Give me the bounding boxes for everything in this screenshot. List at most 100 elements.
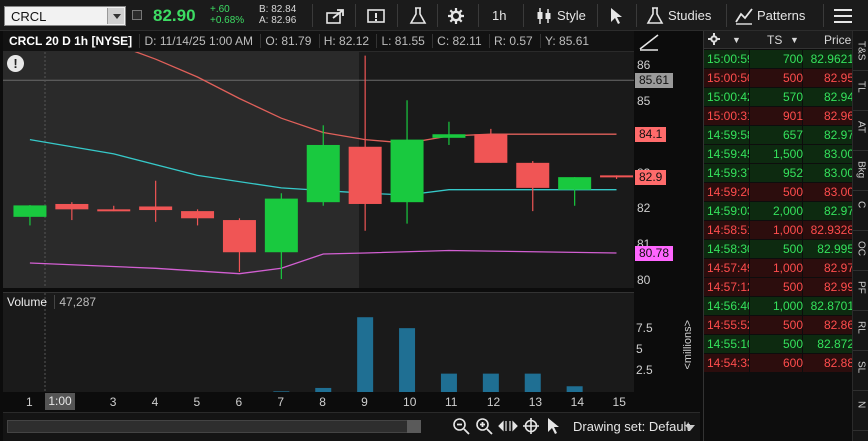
column-menu-icon[interactable]: ▼ xyxy=(790,35,799,45)
cursor-button[interactable] xyxy=(608,4,626,27)
symbol-selector[interactable]: CRCL xyxy=(4,6,126,26)
candle xyxy=(264,193,298,280)
menu-icon xyxy=(834,8,852,23)
trade-time: 15:00:59 xyxy=(707,52,749,66)
studies-button[interactable]: Studies xyxy=(646,4,711,27)
side-tab[interactable]: Bkg xyxy=(853,157,868,191)
time-tick: 5 xyxy=(193,395,201,409)
settings-button[interactable] xyxy=(447,4,465,27)
trade-time: 14:54:33 xyxy=(707,356,749,370)
side-tab-label: T&S xyxy=(855,41,867,61)
trade-time: 14:59:45 xyxy=(707,147,749,161)
time-tick: 15 xyxy=(612,395,626,409)
symbol-text[interactable]: CRCL xyxy=(11,9,46,24)
time-tick: 10 xyxy=(403,395,417,409)
ask-price: A: 82.96 xyxy=(259,15,297,26)
ts-column-header[interactable]: TS xyxy=(767,33,782,47)
drawing-set-selector[interactable]: Drawing set: Default xyxy=(573,419,690,434)
trade-row[interactable]: 14:58:30 500 82.995 xyxy=(704,240,855,259)
trade-row[interactable]: 15:00:42 570 82.94 xyxy=(704,88,855,107)
scrollbar-thumb[interactable] xyxy=(407,420,421,433)
trade-row[interactable]: 15:00:31 901 82.96 xyxy=(704,107,855,126)
pointer-icon[interactable] xyxy=(545,417,561,438)
patterns-label: Patterns xyxy=(757,8,806,23)
trade-row[interactable]: 14:55:52 500 82.86 xyxy=(704,316,855,335)
alert-marker-icon[interactable]: ! xyxy=(7,55,24,72)
volume-tick: 5 xyxy=(636,341,643,356)
candle xyxy=(181,209,215,226)
trade-time: 15:00:42 xyxy=(707,90,749,104)
trade-row[interactable]: 14:58:51 1,000 82.9328 xyxy=(704,221,855,240)
trade-time: 14:55:10 xyxy=(707,337,749,351)
zoom-in-icon[interactable] xyxy=(475,417,493,438)
trade-row[interactable]: 14:54:33 600 82.88 xyxy=(704,354,855,373)
zoom-out-icon[interactable] xyxy=(452,417,470,438)
chart-header: CRCL 20 D 1h [NYSE] D: 11/14/25 1:00 AM … xyxy=(3,31,634,52)
time-tick: 7 xyxy=(277,395,285,409)
price-pane[interactable]: ! xyxy=(3,52,634,288)
flask-button[interactable] xyxy=(409,4,427,27)
pan-icon[interactable] xyxy=(498,417,518,438)
trade-row[interactable]: 14:57:49 1,000 82.97 xyxy=(704,259,855,278)
side-tab[interactable]: SL xyxy=(853,357,868,391)
gear-icon xyxy=(448,7,464,24)
candle xyxy=(390,100,424,224)
candle-body xyxy=(474,134,508,163)
trade-row[interactable]: 14:55:10 500 82.872 xyxy=(704,335,855,354)
volume-value: 47,287 xyxy=(54,295,101,309)
chevron-down-icon[interactable] xyxy=(685,425,695,431)
bid-price: B: 82.84 xyxy=(259,4,297,15)
horizontal-scrollbar[interactable] xyxy=(7,420,421,433)
candle xyxy=(55,202,89,221)
side-tab[interactable]: OC xyxy=(853,237,868,271)
trade-row[interactable]: 14:59:45 1,500 83.00 xyxy=(704,145,855,164)
interval-button[interactable]: 1h xyxy=(492,4,506,27)
side-tab[interactable]: PF xyxy=(853,277,868,311)
trade-row[interactable]: 14:59:03 2,000 82.97 xyxy=(704,202,855,221)
drawing-tool-icon[interactable] xyxy=(638,33,660,54)
trade-row[interactable]: 14:59:37 952 83.00 xyxy=(704,164,855,183)
alert-button[interactable] xyxy=(367,4,387,27)
trade-row[interactable]: 14:56:40 1,000 82.8701 xyxy=(704,297,855,316)
crosshair-icon[interactable] xyxy=(522,417,540,438)
time-tick: 13 xyxy=(528,395,543,409)
menu-button[interactable] xyxy=(832,4,854,27)
trade-size: 500 xyxy=(782,318,803,332)
side-tab[interactable]: TL xyxy=(853,77,868,111)
price-tick: 86 xyxy=(637,58,651,73)
volume-label: Volume xyxy=(7,295,48,309)
side-tab[interactable]: RL xyxy=(853,317,868,351)
side-tab[interactable]: AT xyxy=(853,117,868,151)
interval-label: 1h xyxy=(492,8,507,23)
style-button[interactable]: Style xyxy=(535,4,586,27)
trade-size: 500 xyxy=(782,242,803,256)
trade-row[interactable]: 15:00:50 500 82.95 xyxy=(704,69,855,88)
settings-gear-icon[interactable] xyxy=(708,33,720,48)
trade-row[interactable]: 14:57:12 500 82.99 xyxy=(704,278,855,297)
side-tab[interactable]: T&S xyxy=(853,37,868,71)
symbol-dropdown-icon[interactable] xyxy=(107,8,124,24)
candle-body xyxy=(264,198,298,253)
time-cursor-label: 1:00 xyxy=(45,393,75,410)
link-icon[interactable] xyxy=(132,10,142,20)
trade-row[interactable]: 15:00:59 700 82.9621 xyxy=(704,50,855,69)
patterns-button[interactable]: Patterns xyxy=(735,4,805,27)
cursor-icon xyxy=(611,7,622,24)
trade-time: 14:59:03 xyxy=(707,204,749,218)
price-column-header[interactable]: Price xyxy=(824,33,851,47)
trade-price: 82.99 xyxy=(823,280,854,294)
trade-price: 82.872 xyxy=(817,337,854,351)
trade-time: 14:59:20 xyxy=(707,185,749,199)
candles-icon xyxy=(537,7,551,24)
candle xyxy=(600,175,634,179)
share-button[interactable] xyxy=(326,4,346,27)
side-tab[interactable]: C xyxy=(853,197,868,231)
time-tick: 4 xyxy=(151,395,159,409)
side-tab[interactable]: N xyxy=(853,397,868,431)
sort-dropdown-icon[interactable]: ▼ xyxy=(732,35,741,45)
trade-row[interactable]: 14:59:20 500 83.00 xyxy=(704,183,855,202)
trade-size: 2,000 xyxy=(772,204,803,218)
candle xyxy=(306,125,340,206)
trade-row[interactable]: 14:59:58 657 82.97 xyxy=(704,126,855,145)
side-tab-label: TL xyxy=(855,81,867,93)
